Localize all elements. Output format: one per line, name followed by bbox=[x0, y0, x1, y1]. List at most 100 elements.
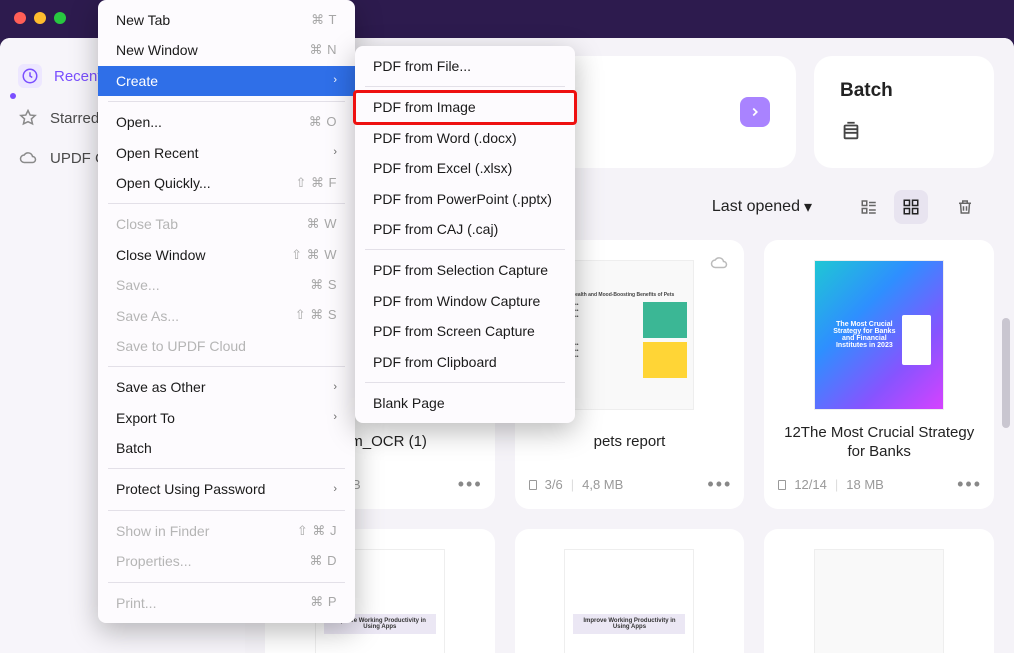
chevron-right-icon: › bbox=[333, 144, 337, 162]
menu-item: Print...⌘ P bbox=[98, 588, 355, 618]
menu-separator bbox=[365, 249, 565, 250]
menu-item[interactable]: PDF from File... bbox=[355, 51, 575, 81]
document-thumbnail: The Most Crucial Strategy for Banks and … bbox=[814, 260, 944, 410]
close-window-button[interactable] bbox=[14, 12, 26, 24]
menu-separator bbox=[108, 366, 345, 367]
menu-item[interactable]: Open Quickly... ⇧ ⌘ F bbox=[98, 168, 355, 198]
menu-item-label: Save... bbox=[116, 274, 160, 296]
menu-item[interactable]: PDF from Word (.docx) bbox=[355, 123, 575, 153]
menu-item[interactable]: Create› bbox=[98, 66, 355, 96]
menu-item[interactable]: Export To› bbox=[98, 403, 355, 433]
document-meta: 12/14 | 18 MB ••• bbox=[776, 474, 982, 495]
menu-item-label: Properties... bbox=[116, 550, 191, 572]
menu-item[interactable]: PDF from Clipboard bbox=[355, 347, 575, 377]
batch-icon bbox=[840, 120, 864, 144]
menu-item-label: Close Tab bbox=[116, 213, 178, 235]
document-more-button[interactable]: ••• bbox=[957, 474, 982, 495]
delete-button[interactable] bbox=[948, 190, 982, 224]
menu-item-shortcut: ⌘ S bbox=[310, 275, 337, 296]
document-name: pets report bbox=[527, 422, 733, 462]
menu-item: Save... ⌘ S bbox=[98, 270, 355, 300]
cloud-badge-icon bbox=[710, 254, 728, 272]
page-icon bbox=[776, 479, 788, 491]
document-card[interactable]: The Most Crucial Strategy for Banks and … bbox=[764, 240, 994, 509]
menu-item-label: PDF from Excel (.xlsx) bbox=[373, 157, 512, 179]
menu-item[interactable]: Close Window⇧ ⌘ W bbox=[98, 240, 355, 270]
menu-item-label: New Tab bbox=[116, 9, 170, 31]
menu-item-shortcut: ⇧ ⌘ S bbox=[295, 305, 337, 326]
chevron-right-icon: › bbox=[333, 481, 337, 499]
clock-icon bbox=[18, 64, 42, 88]
menu-item[interactable]: PDF from Screen Capture bbox=[355, 316, 575, 346]
menu-item-label: PDF from Word (.docx) bbox=[373, 127, 517, 149]
sidebar-item-label: Starred bbox=[50, 110, 99, 127]
menu-item[interactable]: PDF from Window Capture bbox=[355, 286, 575, 316]
document-more-button[interactable]: ••• bbox=[458, 474, 483, 495]
maximize-window-button[interactable] bbox=[54, 12, 66, 24]
menu-item-label: Protect Using Password bbox=[116, 478, 265, 500]
menu-item[interactable]: Open... ⌘ O bbox=[98, 107, 355, 137]
menu-separator bbox=[108, 101, 345, 102]
menu-item: Save to UPDF Cloud bbox=[98, 331, 355, 361]
chevron-right-icon: › bbox=[333, 379, 337, 397]
document-card[interactable] bbox=[764, 529, 994, 653]
menu-item-shortcut: ⇧ ⌘ F bbox=[295, 173, 337, 194]
star-icon bbox=[18, 108, 38, 128]
menu-item[interactable]: New Window ⌘ N bbox=[98, 35, 355, 65]
menu-item-label: PDF from Image bbox=[373, 96, 476, 118]
minimize-window-button[interactable] bbox=[34, 12, 46, 24]
menu-item-label: Show in Finder bbox=[116, 520, 209, 542]
menu-separator bbox=[108, 582, 345, 583]
menu-item-label: Save to UPDF Cloud bbox=[116, 335, 246, 357]
document-thumbnail bbox=[814, 549, 944, 653]
document-pages: 12/14 bbox=[794, 477, 827, 492]
menu-separator bbox=[108, 510, 345, 511]
sort-label-text: Last opened bbox=[712, 198, 800, 216]
menu-item[interactable]: Save as Other› bbox=[98, 372, 355, 402]
menu-item-label: Open... bbox=[116, 111, 162, 133]
menu-item-label: PDF from Selection Capture bbox=[373, 259, 548, 281]
menu-item[interactable]: New Tab ⌘ T bbox=[98, 5, 355, 35]
document-card[interactable]: Improve Working Productivity in Using Ap… bbox=[515, 529, 745, 653]
file-menu: New Tab ⌘ T New Window ⌘ N Create› Open... ⌘ O… bbox=[98, 0, 355, 623]
menu-item-label: PDF from File... bbox=[373, 55, 471, 77]
menu-item[interactable]: PDF from Selection Capture bbox=[355, 255, 575, 285]
menu-item[interactable]: PDF from Image bbox=[355, 92, 575, 122]
menu-item-shortcut: ⇧ ⌘ W bbox=[291, 245, 337, 266]
menu-separator bbox=[365, 382, 565, 383]
menu-item[interactable]: Blank Page bbox=[355, 388, 575, 418]
scrollbar-thumb[interactable] bbox=[1002, 318, 1010, 428]
view-toggle-group bbox=[852, 190, 928, 224]
view-grid-button[interactable] bbox=[894, 190, 928, 224]
view-list-button[interactable] bbox=[852, 190, 886, 224]
scrollbar[interactable] bbox=[1002, 318, 1010, 638]
menu-item-shortcut: ⌘ O bbox=[309, 112, 337, 133]
menu-item-shortcut: ⌘ P bbox=[310, 592, 337, 613]
cloud-icon bbox=[18, 148, 38, 168]
menu-item-label: New Window bbox=[116, 39, 198, 61]
document-more-button[interactable]: ••• bbox=[707, 474, 732, 495]
menu-separator bbox=[365, 86, 565, 87]
menu-item-label: PDF from CAJ (.caj) bbox=[373, 218, 498, 240]
batch-card-title: Batch bbox=[840, 80, 968, 102]
document-size: 4,8 MB bbox=[582, 477, 623, 492]
caret-down-icon: ▾ bbox=[804, 197, 812, 217]
menu-item-label: Open Recent bbox=[116, 142, 199, 164]
menu-item[interactable]: PDF from Excel (.xlsx) bbox=[355, 153, 575, 183]
batch-card[interactable]: Batch bbox=[814, 56, 994, 168]
menu-separator bbox=[108, 203, 345, 204]
document-pages: 3/6 bbox=[545, 477, 563, 492]
menu-item[interactable]: Protect Using Password › bbox=[98, 474, 355, 504]
sort-dropdown[interactable]: Last opened ▾ bbox=[712, 197, 812, 217]
menu-item[interactable]: PDF from CAJ (.caj) bbox=[355, 214, 575, 244]
document-size: 18 MB bbox=[846, 477, 884, 492]
menu-item-shortcut: ⌘ D bbox=[310, 551, 338, 572]
menu-item-shortcut: ⌘ T bbox=[311, 10, 337, 31]
menu-item[interactable]: Batch bbox=[98, 433, 355, 463]
menu-item[interactable]: Open Recent › bbox=[98, 138, 355, 168]
menu-item-shortcut: ⌘ W bbox=[307, 214, 337, 235]
menu-item-label: Open Quickly... bbox=[116, 172, 211, 194]
menu-item[interactable]: PDF from PowerPoint (.pptx) bbox=[355, 184, 575, 214]
menu-item-shortcut: ⌘ N bbox=[310, 40, 338, 61]
menu-item: Show in Finder⇧ ⌘ J bbox=[98, 516, 355, 546]
